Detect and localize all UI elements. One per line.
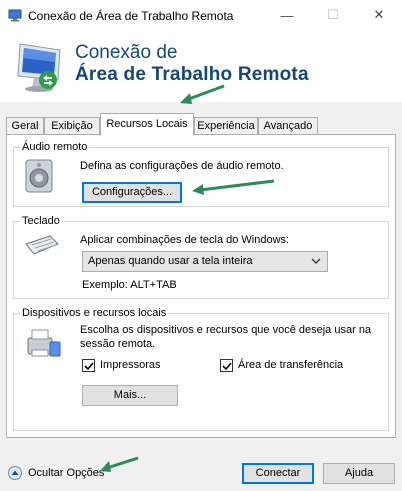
tab-recursos-locais[interactable]: Recursos Locais (100, 113, 194, 136)
hide-options-link[interactable]: Ocultar Opções (28, 467, 104, 479)
tab-avancado[interactable]: Avançado (258, 117, 318, 135)
annotation-arrow-icon (192, 179, 275, 195)
devices-description-line1: Escolha os dispositivos e recursos que v… (80, 324, 372, 336)
chevron-up-icon[interactable] (8, 466, 22, 480)
annotation-arrow-icon (180, 84, 225, 104)
clipboard-checkbox[interactable] (220, 359, 233, 372)
printers-label: Impressoras (100, 359, 161, 371)
banner-title-line1: Conexão de (75, 42, 178, 63)
remote-desktop-logo-icon (17, 43, 61, 92)
printers-checkbox[interactable] (82, 359, 95, 372)
audio-group: Áudio remoto Defina as configurações de … (13, 141, 389, 207)
audio-settings-button[interactable]: Configurações... (82, 182, 182, 203)
clipboard-label: Área de transferência (238, 359, 344, 371)
speaker-icon (25, 159, 53, 193)
keyboard-description: Aplicar combinações de tecla do Windows: (80, 234, 290, 246)
keyboard-icon (25, 235, 59, 255)
title-bar: Conexão de Área de Trabalho Remota — ☐ ✕ (0, 0, 402, 30)
connect-button[interactable]: Conectar (242, 463, 314, 484)
close-button[interactable]: ✕ (356, 0, 402, 30)
local-devices-icon (27, 329, 61, 357)
maximize-button[interactable]: ☐ (310, 0, 356, 30)
audio-description: Defina as configurações de áudio remoto. (80, 160, 284, 172)
keyboard-group: Teclado Aplicar combinações de tecla do … (13, 215, 389, 299)
tab-exibicao[interactable]: Exibição (44, 117, 100, 135)
devices-group-label: Dispositivos e recursos locais (20, 307, 169, 319)
keyboard-example: Exemplo: ALT+TAB (82, 279, 177, 291)
tab-experiencia[interactable]: Experiência (194, 117, 258, 135)
more-button[interactable]: Mais... (82, 385, 178, 406)
tab-geral[interactable]: Geral (6, 117, 44, 135)
minimize-button[interactable]: — (264, 0, 310, 30)
tab-panel-recursos-locais: Áudio remoto Defina as configurações de … (6, 134, 396, 438)
help-button[interactable]: Ajuda (323, 463, 395, 484)
keyboard-group-label: Teclado (20, 215, 62, 227)
keyboard-combination-select[interactable]: Apenas quando usar a tela inteira (82, 251, 328, 272)
checkmark-icon (84, 362, 94, 371)
chevron-down-icon (311, 258, 321, 264)
checkmark-icon (222, 362, 232, 371)
devices-group: Dispositivos e recursos locais Escolha o… (13, 307, 389, 431)
keyboard-select-value: Apenas quando usar a tela inteira (88, 255, 253, 267)
annotation-arrow-icon (100, 456, 139, 472)
devices-description-line2: sessão remota. (80, 338, 156, 350)
window-title: Conexão de Área de Trabalho Remota (28, 9, 234, 23)
audio-group-label: Áudio remoto (20, 141, 90, 153)
remote-desktop-app-icon (8, 9, 22, 22)
